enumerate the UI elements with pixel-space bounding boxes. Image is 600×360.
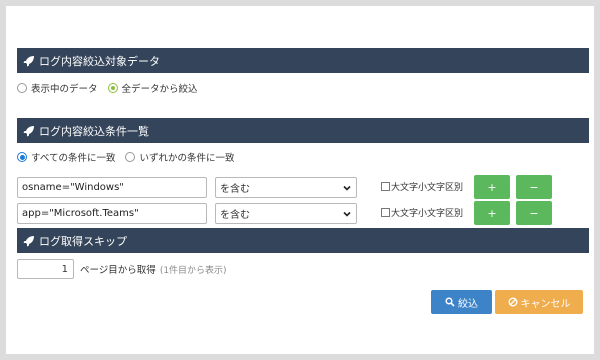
rocket-icon bbox=[23, 125, 35, 137]
radio-label: 全データから絞込 bbox=[121, 84, 198, 95]
condition-row: app="Microsoft.Teams" を含む 大文字小文字区別 + − bbox=[17, 201, 577, 225]
search-icon bbox=[445, 297, 455, 307]
radio-label: いずれかの条件に一致 bbox=[139, 153, 235, 164]
skip-hint: (1件目から表示) bbox=[159, 265, 227, 276]
operator-select[interactable]: を含む bbox=[215, 203, 357, 224]
filter-panel: ログ内容絞込対象データ 表示中のデータ 全データから絞込 ログ内容絞込条件一覧 … bbox=[6, 6, 594, 354]
section-header-conditions: ログ内容絞込条件一覧 bbox=[17, 118, 589, 143]
radio-circle[interactable] bbox=[107, 83, 118, 93]
radio-match-any[interactable]: いずれかの条件に一致 bbox=[125, 150, 234, 164]
operator-value: を含む bbox=[220, 210, 250, 221]
radio-circle[interactable] bbox=[17, 152, 27, 162]
radio-label: すべての条件に一致 bbox=[31, 153, 116, 164]
section-header-skip: ログ取得スキップ bbox=[17, 228, 589, 253]
cancel-button-label: キャンセル bbox=[520, 298, 571, 310]
section-title: ログ取得スキップ bbox=[39, 234, 127, 248]
match-options: すべての条件に一致 いずれかの条件に一致 bbox=[17, 150, 244, 164]
target-options: 表示中のデータ 全データから絞込 bbox=[17, 81, 208, 95]
case-sensitive-checkbox[interactable] bbox=[381, 208, 390, 217]
rocket-icon bbox=[23, 235, 35, 247]
search-button[interactable]: 絞込 bbox=[431, 290, 492, 314]
condition-value-input[interactable]: osname="Windows" bbox=[17, 177, 207, 198]
section-header-target: ログ内容絞込対象データ bbox=[17, 48, 589, 73]
case-sensitive-label: 大文字小文字区別 bbox=[391, 183, 464, 193]
radio-label: 表示中のデータ bbox=[31, 84, 98, 95]
operator-select[interactable]: を含む bbox=[215, 177, 357, 198]
add-condition-button[interactable]: + bbox=[474, 175, 510, 199]
operator-value: を含む bbox=[220, 184, 250, 195]
skip-row: 1 ページ目から取得 (1件目から表示) bbox=[17, 259, 227, 279]
chevron-down-icon bbox=[342, 209, 352, 219]
ban-icon bbox=[508, 297, 518, 307]
skip-suffix-label: ページ目から取得 bbox=[80, 265, 156, 276]
remove-condition-button[interactable]: − bbox=[516, 201, 552, 225]
radio-all-data[interactable]: 全データから絞込 bbox=[107, 81, 198, 95]
cancel-button[interactable]: キャンセル bbox=[495, 290, 583, 314]
radio-circle[interactable] bbox=[125, 152, 136, 162]
case-sensitive-checkbox[interactable] bbox=[381, 182, 390, 191]
condition-row: osname="Windows" を含む 大文字小文字区別 + − bbox=[17, 175, 577, 199]
radio-match-all[interactable]: すべての条件に一致 bbox=[17, 150, 115, 164]
section-title: ログ内容絞込条件一覧 bbox=[39, 124, 149, 138]
case-sensitive-label: 大文字小文字区別 bbox=[391, 209, 464, 219]
section-title: ログ内容絞込対象データ bbox=[39, 54, 160, 68]
condition-value-input[interactable]: app="Microsoft.Teams" bbox=[17, 203, 207, 224]
radio-displayed-data[interactable]: 表示中のデータ bbox=[17, 81, 98, 95]
radio-circle[interactable] bbox=[17, 83, 27, 93]
skip-page-input[interactable]: 1 bbox=[17, 259, 74, 279]
rocket-icon bbox=[23, 55, 35, 67]
add-condition-button[interactable]: + bbox=[474, 201, 510, 225]
case-sensitive-option[interactable]: 大文字小文字区別 bbox=[381, 206, 463, 219]
case-sensitive-option[interactable]: 大文字小文字区別 bbox=[381, 180, 463, 193]
search-button-label: 絞込 bbox=[458, 298, 478, 310]
chevron-down-icon bbox=[342, 183, 352, 193]
remove-condition-button[interactable]: − bbox=[516, 175, 552, 199]
